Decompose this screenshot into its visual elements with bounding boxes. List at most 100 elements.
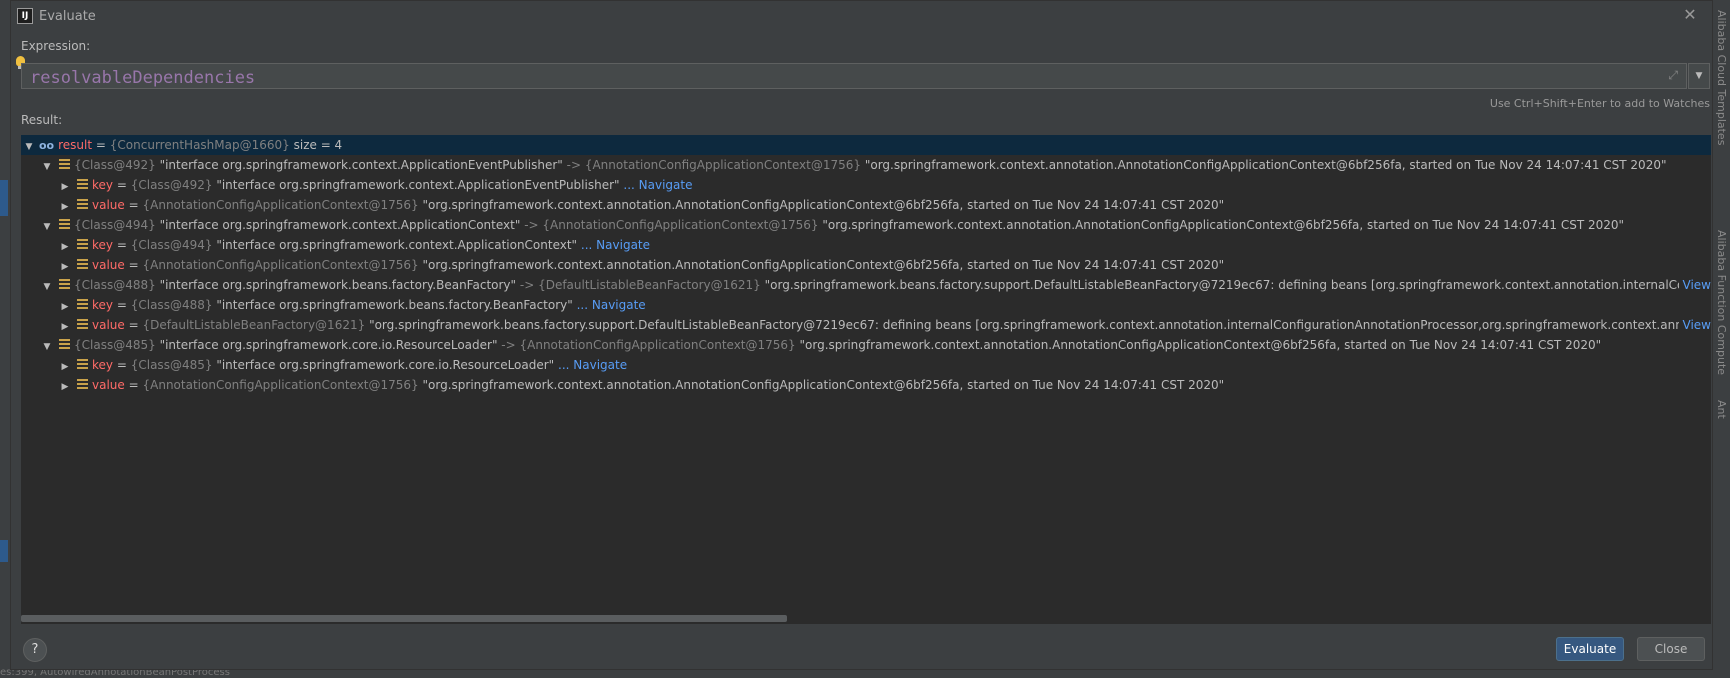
view-link[interactable]: View (1678, 315, 1711, 335)
expand-arrow-icon[interactable]: ▼ (41, 217, 53, 237)
tree-row[interactable]: ▶ key = {Class@485} "interface org.spring… (21, 355, 1711, 375)
entry-value: "interface org.springframework.context.A… (159, 158, 563, 172)
collapse-arrow-icon[interactable]: ▶ (59, 297, 71, 317)
evaluate-dialog: IJ Evaluate ✕ Expression: resolvableDepe… (10, 0, 1713, 670)
field-icon (77, 259, 88, 270)
equals-sign: = (128, 378, 139, 392)
entry-name: value (92, 318, 125, 332)
entry-type: {Class@485} (74, 338, 156, 352)
tree-row[interactable]: ▼ {Class@494} "interface org.springframew… (21, 215, 1711, 235)
entry-type: {Class@485} (130, 358, 213, 372)
tree-root-row[interactable]: ▼ oo result = {ConcurrentHashMap@1660} siz… (21, 135, 1711, 155)
navigate-link[interactable]: ... Navigate (623, 178, 692, 192)
entry-value: "interface org.springframework.core.io.R… (216, 358, 555, 372)
expand-arrow-icon[interactable]: ▼ (41, 277, 53, 297)
result-label: Result: (21, 113, 63, 127)
tree-row[interactable]: ▼ {Class@485} "interface org.springframew… (21, 335, 1711, 355)
navigate-link[interactable]: ... Navigate (581, 238, 650, 252)
equals-sign: = (116, 178, 127, 192)
field-icon (59, 279, 70, 290)
equals-sign: = (128, 318, 139, 332)
collapse-arrow-icon[interactable]: ▶ (59, 257, 71, 277)
field-icon (77, 239, 88, 250)
field-icon (77, 299, 88, 310)
expression-text[interactable]: resolvableDependencies (30, 68, 255, 88)
mapped-value: "org.springframework.context.annotation.… (822, 218, 1625, 232)
equals-sign: = (116, 358, 127, 372)
navigate-link[interactable]: ... Navigate (577, 298, 646, 312)
expand-icon[interactable]: ⤢ (1668, 68, 1678, 83)
tree-row[interactable]: ▼ {Class@492} "interface org.springframew… (21, 155, 1711, 175)
entry-value: "org.springframework.beans.factory.suppo… (369, 318, 1711, 332)
help-button[interactable]: ? (23, 638, 47, 662)
history-dropdown-button[interactable]: ▼ (1688, 63, 1710, 89)
entry-value: "interface org.springframework.core.io.R… (159, 338, 498, 352)
tree-row[interactable]: ▶ key = {Class@494} "interface org.spring… (21, 235, 1711, 255)
entry-name: value (92, 198, 125, 212)
horizontal-scrollbar[interactable] (21, 614, 1711, 623)
collapse-arrow-icon[interactable]: ▶ (59, 177, 71, 197)
watches-hint: Use Ctrl+Shift+Enter to add to Watches (1489, 97, 1710, 110)
result-tree[interactable]: ▼ oo result = {ConcurrentHashMap@1660} siz… (21, 135, 1711, 624)
expand-arrow-icon[interactable]: ▼ (23, 137, 35, 157)
evaluate-button[interactable]: Evaluate (1556, 637, 1624, 661)
mapped-type: -> {AnnotationConfigApplicationContext@1… (524, 218, 819, 232)
entry-value: "org.springframework.context.annotation.… (422, 198, 1225, 212)
sidebar-tab-ant[interactable]: Ant (1715, 400, 1728, 419)
field-icon (77, 199, 88, 210)
expand-arrow-icon[interactable]: ▼ (41, 337, 53, 357)
watch-glasses-icon: oo (39, 139, 55, 152)
collapse-arrow-icon[interactable]: ▶ (59, 237, 71, 257)
tree-row[interactable]: ▶ value = {AnnotationConfigApplicationCon… (21, 195, 1711, 215)
entry-name: key (92, 358, 114, 372)
entry-type: {AnnotationConfigApplicationContext@1756… (142, 378, 419, 392)
view-link[interactable]: View (1678, 275, 1711, 295)
entry-type: {Class@492} (130, 178, 213, 192)
equals-sign: = (128, 198, 139, 212)
mapped-value: "org.springframework.context.annotation.… (864, 158, 1667, 172)
navigate-link[interactable]: ... Navigate (558, 358, 627, 372)
expression-input[interactable]: resolvableDependencies ⤢ (21, 63, 1687, 89)
entry-name: key (92, 178, 114, 192)
intellij-idea-icon: IJ (17, 8, 33, 24)
equals-sign: = (116, 298, 127, 312)
close-button[interactable]: Close (1637, 637, 1705, 661)
field-icon (77, 359, 88, 370)
mapped-type: -> {DefaultListableBeanFactory@1621} (519, 278, 761, 292)
collapse-arrow-icon[interactable]: ▶ (59, 357, 71, 377)
entry-type: {Class@494} (130, 238, 213, 252)
ide-left-panel (0, 0, 10, 678)
field-icon (77, 379, 88, 390)
collapse-arrow-icon[interactable]: ▶ (59, 377, 71, 397)
tree-row[interactable]: ▶ value = {AnnotationConfigApplicationCon… (21, 255, 1711, 275)
title-bar: IJ Evaluate ✕ (11, 1, 1712, 31)
equals-sign: = (95, 138, 106, 152)
tree-row[interactable]: ▶ key = {Class@488} "interface org.spring… (21, 295, 1711, 315)
entry-value: "interface org.springframework.context.A… (216, 238, 578, 252)
sidebar-tab-alibaba-function-compute[interactable]: Alibaba Function Compute (1715, 230, 1728, 375)
collapse-arrow-icon[interactable]: ▶ (59, 197, 71, 217)
tree-row[interactable]: ▶ value = {AnnotationConfigApplicationCon… (21, 375, 1711, 395)
entry-type: {Class@488} (74, 278, 156, 292)
close-icon[interactable]: ✕ (1682, 7, 1698, 23)
expand-arrow-icon[interactable]: ▼ (41, 157, 53, 177)
entry-type: {Class@494} (74, 218, 156, 232)
root-size: size = 4 (293, 138, 343, 152)
tree-row[interactable]: ▶ key = {Class@492} "interface org.spring… (21, 175, 1711, 195)
mapped-value: "org.springframework.context.annotation.… (799, 338, 1602, 352)
tree-row[interactable]: ▼ {Class@488} "interface org.springframew… (21, 275, 1711, 295)
collapse-arrow-icon[interactable]: ▶ (59, 317, 71, 337)
ide-selection-marker (0, 540, 8, 562)
field-icon (77, 179, 88, 190)
sidebar-tab-alibaba-cloud-templates[interactable]: Alibaba Cloud Templates (1715, 10, 1728, 145)
dialog-title: Evaluate (39, 9, 96, 24)
tree-row[interactable]: ▶ value = {DefaultListableBeanFactory@162… (21, 315, 1711, 335)
field-icon (59, 159, 70, 170)
entry-name: value (92, 258, 125, 272)
entry-value: "org.springframework.context.annotation.… (422, 378, 1225, 392)
entry-value: "interface org.springframework.beans.fac… (216, 298, 573, 312)
entry-type: {AnnotationConfigApplicationContext@1756… (142, 198, 419, 212)
field-icon (77, 319, 88, 330)
scrollbar-thumb[interactable] (21, 615, 787, 622)
mapped-type: -> {AnnotationConfigApplicationContext@1… (501, 338, 796, 352)
